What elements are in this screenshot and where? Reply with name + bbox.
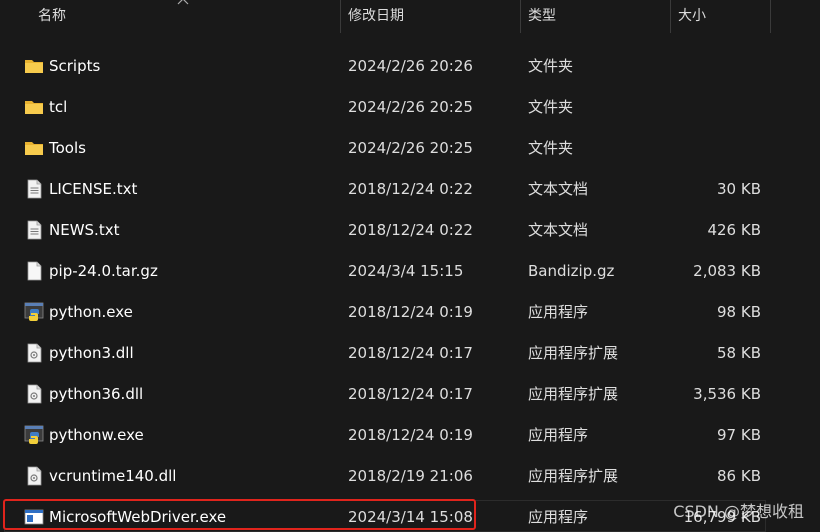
file-row[interactable]: NEWS.txt 2018/12/24 0:22 文本文档 426 KB [4,210,770,251]
file-modified-date: 2018/12/24 0:22 [348,180,473,198]
file-type: 文本文档 [528,180,589,198]
file-size: 426 KB [707,221,761,239]
file-modified-date: 2018/12/24 0:17 [348,385,473,403]
file-name: LICENSE.txt [49,180,138,198]
file-row[interactable]: python36.dll 2018/12/24 0:17 应用程序扩展 3,536 K… [4,374,770,415]
file-row[interactable]: Tools 2024/2/26 20:25 文件夹 [4,128,770,169]
file-modified-date: 2018/12/24 0:17 [348,344,473,362]
text-file-icon [23,178,45,200]
folder-icon [23,55,45,77]
file-row[interactable]: python3.dll 2018/12/24 0:17 应用程序扩展 58 KB [4,333,770,374]
file-name: python.exe [49,303,133,321]
file-size: 58 KB [717,344,761,362]
column-divider[interactable] [670,0,671,33]
file-modified-date: 2024/2/26 20:25 [348,98,473,116]
file-row[interactable]: pythonw.exe 2018/12/24 0:19 应用程序 97 KB [4,415,770,456]
file-size: 97 KB [717,426,761,444]
file-modified-date: 2024/2/26 20:26 [348,57,473,75]
file-type: 应用程序 [528,303,589,321]
file-name: Scripts [49,57,101,75]
file-row[interactable]: Scripts 2024/2/26 20:26 文件夹 [4,46,770,87]
file-row[interactable]: LICENSE.txt 2018/12/24 0:22 文本文档 30 KB [4,169,770,210]
file-size: 30 KB [717,180,761,198]
file-type: 应用程序 [528,508,589,526]
python-exe-icon [23,424,45,446]
file-size: 86 KB [717,467,761,485]
folder-icon [23,137,45,159]
file-type: Bandizip.gz [528,262,615,280]
file-size: 3,536 KB [693,385,761,403]
file-name: pythonw.exe [49,426,144,444]
dll-file-icon [23,342,45,364]
file-name: pip-24.0.tar.gz [49,262,158,280]
file-type: 文本文档 [528,221,589,239]
file-size: 98 KB [717,303,761,321]
column-header-type[interactable]: 类型 [528,0,556,33]
file-name: Tools [49,139,86,157]
file-type: 应用程序扩展 [528,385,619,403]
file-name: tcl [49,98,68,116]
file-explorer: 名称 修改日期 类型 大小 Scripts 2024/2/26 20:26 文件夹 … [0,0,820,532]
sort-ascending-icon [177,0,189,5]
dll-file-icon [23,383,45,405]
file-modified-date: 2024/3/4 15:15 [348,262,464,280]
dll-file-icon [23,465,45,487]
file-modified-date: 2024/2/26 20:25 [348,139,473,157]
file-name: python36.dll [49,385,144,403]
file-row[interactable]: vcruntime140.dll 2018/2/19 21:06 应用程序扩展 86 … [4,456,770,497]
file-type: 应用程序扩展 [528,467,619,485]
python-exe-icon [23,301,45,323]
watermark-text: CSDN @梦想收租 [673,502,804,521]
column-header-modified[interactable]: 修改日期 [348,0,404,33]
column-header-name[interactable]: 名称 [38,0,66,33]
file-name: python3.dll [49,344,134,362]
column-divider[interactable] [340,0,341,33]
folder-icon [23,96,45,118]
column-divider[interactable] [520,0,521,33]
file-name: vcruntime140.dll [49,467,177,485]
file-row[interactable]: pip-24.0.tar.gz 2024/3/4 15:15 Bandizip.gz… [4,251,770,292]
file-modified-date: 2018/12/24 0:22 [348,221,473,239]
file-modified-date: 2018/12/24 0:19 [348,303,473,321]
column-header-size[interactable]: 大小 [678,0,706,33]
annotation-highlight-box [3,499,476,530]
column-divider[interactable] [770,0,771,33]
file-row[interactable]: tcl 2024/2/26 20:25 文件夹 [4,87,770,128]
file-type: 文件夹 [528,139,574,157]
file-type: 文件夹 [528,57,574,75]
file-modified-date: 2018/12/24 0:19 [348,426,473,444]
file-row[interactable]: python.exe 2018/12/24 0:19 应用程序 98 KB [4,292,770,333]
file-type: 应用程序扩展 [528,344,619,362]
file-name: NEWS.txt [49,221,120,239]
file-size: 2,083 KB [693,262,761,280]
file-type: 文件夹 [528,98,574,116]
column-header-bar: 名称 修改日期 类型 大小 [0,0,820,33]
blank-file-icon [23,260,45,282]
text-file-icon [23,219,45,241]
file-type: 应用程序 [528,426,589,444]
file-modified-date: 2018/2/19 21:06 [348,467,473,485]
